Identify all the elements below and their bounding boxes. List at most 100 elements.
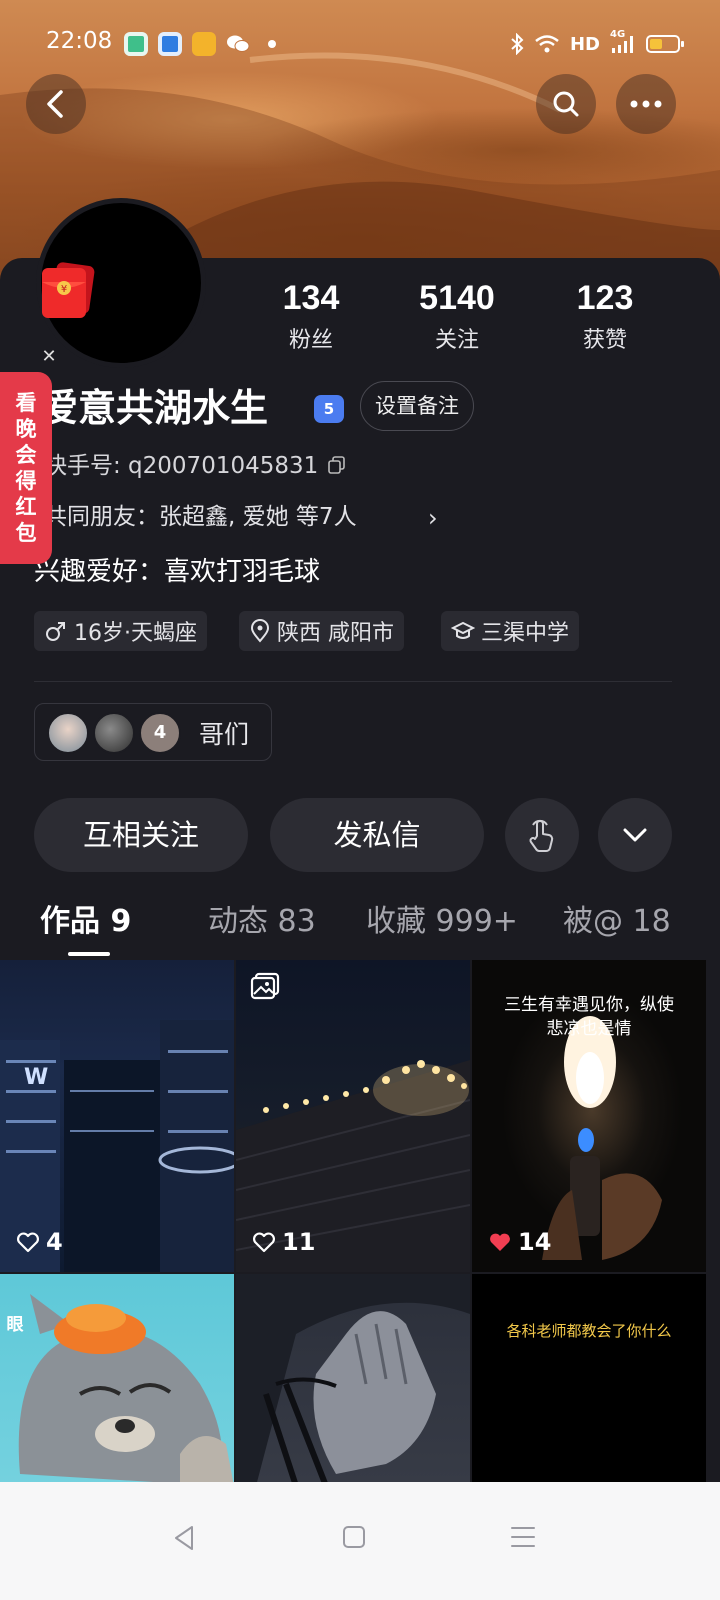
kuaishou-id: 快手号: q200701045831 [44,453,319,479]
post-likes-count: 14 [518,1228,552,1256]
likes-stat[interactable]: 123 获赞 [530,278,680,354]
status-bar: 22:08 HD 4G [0,0,720,88]
tab-favorites[interactable]: 收藏 999+ [366,900,518,944]
battery-icon [646,35,684,53]
post-tile[interactable]: W 4 [0,960,234,1272]
profile-name: 爱意共湖水生 [40,386,269,430]
tab-underline [68,952,110,956]
section-divider [34,681,672,682]
notification-dot [268,40,276,48]
svg-text:¥: ¥ [61,284,67,295]
post-thumbnail [236,1274,470,1482]
app-green-icon [124,32,148,56]
app-yellow-icon [192,32,216,56]
following-stat[interactable]: 5140 关注 [382,278,532,354]
mutual-friends-text: 共同朋友：张超鑫, 爱她 等7人 [44,504,357,530]
poke-button[interactable] [505,798,579,872]
posts-grid: W 4 11 三生有幸遇见你，纵使 悲凉也是情 14 眼 各科老师都教会了你什么 [0,960,720,1482]
post-thumbnail [18,1294,234,1482]
tab-mentions[interactable]: 被@ 18 [563,900,671,944]
following-count: 5140 [419,279,495,317]
red-packet-icon[interactable]: ¥ [40,262,96,320]
post-caption-line2: 悲凉也是情 [546,1019,632,1039]
finger-tap-icon [529,819,554,852]
promo-char: 会 [15,443,37,467]
post-caption-line1: 三生有幸遇见你，纵使 [504,995,674,1015]
group-member-avatar [47,712,89,754]
post-tile[interactable]: 各科老师都教会了你什么 [472,1274,706,1482]
fans-stat[interactable]: 134 粉丝 [236,278,386,354]
age-tag: 16岁·天蝎座 [34,611,207,651]
location-pin-icon [250,619,270,643]
likes-label: 获赞 [582,328,627,353]
bio-text: 兴趣爱好：喜欢打羽毛球 [34,557,321,587]
promo-char: 看 [15,391,37,415]
post-likes: 14 [488,1228,551,1256]
post-tile[interactable] [236,1274,470,1482]
app-blue-icon [158,32,182,56]
age-tag-text: 16岁·天蝎座 [74,621,197,646]
more-button[interactable] [616,74,676,134]
nav-menu-icon[interactable] [510,1524,536,1550]
network-label: HD [569,33,600,55]
signal-icon: 4G [610,29,636,55]
post-caption-side: 眼 [6,1315,24,1335]
group-member-count: 4 [139,712,181,754]
promo-char: 红 [15,495,37,519]
status-right-group: HD 4G [510,29,684,58]
school-tag-text: 三渠中学 [481,621,570,646]
close-red-packet-icon[interactable]: ✕ [38,346,60,368]
tab-moments[interactable]: 动态 83 [208,900,316,944]
heart-outline-icon [17,1232,39,1253]
chevron-down-icon [623,828,647,842]
copy-icon[interactable] [328,456,346,474]
level-badge[interactable]: 5 [314,395,344,423]
search-button[interactable] [536,74,596,134]
heart-outline-icon [253,1232,275,1253]
following-label: 关注 [434,328,479,353]
svg-text:W: W [24,1065,48,1090]
status-time: 22:08 [46,28,113,54]
image-gallery-icon [250,972,280,1000]
school-cap-icon [451,621,475,639]
nav-back-icon[interactable] [172,1524,196,1552]
promo-char: 包 [15,521,37,545]
post-likes-count: 4 [46,1228,63,1256]
post-tile[interactable]: 11 [236,960,470,1272]
post-thumbnail [236,1060,470,1272]
send-message-button[interactable]: 发私信 [270,798,484,872]
mutual-follow-button[interactable]: 互相关注 [34,798,248,872]
back-button[interactable] [26,74,86,134]
group-name: 哥们 [199,720,250,749]
group-chip[interactable]: 4 哥们 [34,703,272,761]
wechat-icon [227,35,250,52]
promo-char: 得 [15,469,37,493]
tab-works[interactable]: 作品 9 [40,900,131,944]
nav-home-icon[interactable] [342,1524,366,1550]
post-likes: 11 [252,1228,315,1256]
likes-count: 123 [576,279,634,317]
location-tag-text: 陕西 咸阳市 [277,621,394,646]
system-nav-bar [0,1482,720,1600]
search-icon [553,91,579,117]
post-tile[interactable]: 眼 [0,1274,234,1482]
red-packet-promo-banner[interactable]: 看 晚 会 得 红 包 [0,372,52,564]
bluetooth-icon [511,33,524,55]
back-arrow-icon [47,90,63,118]
post-thumbnail: W [0,1020,234,1272]
chevron-right-icon: › [428,504,438,532]
promo-char: 晚 [15,417,37,441]
fans-label: 粉丝 [288,328,333,353]
post-likes: 4 [16,1228,63,1256]
set-remark-button[interactable]: 设置备注 [360,381,474,431]
post-caption: 各科老师都教会了你什么 [506,1322,672,1340]
more-dots-icon [630,100,662,108]
expand-button[interactable] [598,798,672,872]
mutual-friends[interactable]: 共同朋友：张超鑫, 爱她 等7人 [44,501,357,533]
heart-filled-icon [490,1233,510,1251]
post-tile[interactable]: 三生有幸遇见你，纵使 悲凉也是情 14 [472,960,706,1272]
fans-count: 134 [282,279,340,317]
group-member-avatar [93,712,135,754]
location-tag: 陕西 咸阳市 [239,611,404,651]
school-tag: 三渠中学 [441,611,580,651]
